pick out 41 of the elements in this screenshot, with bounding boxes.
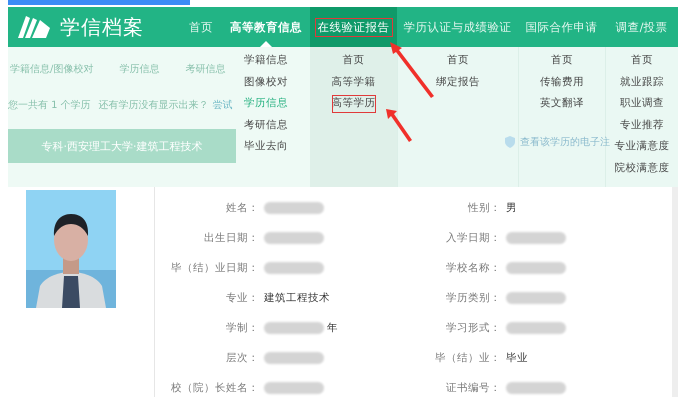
- menu-item[interactable]: 考研信息: [242, 114, 290, 136]
- menu-item[interactable]: 院校满意度: [612, 158, 672, 179]
- menu-item[interactable]: 英文翻译: [538, 93, 586, 114]
- field-label: 专业：: [225, 291, 259, 305]
- field-label: 入学日期：: [445, 231, 501, 245]
- field-label: 姓名：: [225, 201, 259, 215]
- field-label: 性别：: [466, 201, 501, 215]
- field-label: 校（院）长姓名：: [170, 381, 259, 395]
- menu-item[interactable]: 就业跟踪: [618, 72, 666, 93]
- menu-item[interactable]: 图像校对: [242, 72, 290, 93]
- menu-item[interactable]: 绑定报告: [434, 72, 482, 93]
- field-label: 毕（结）业日期：: [170, 261, 259, 275]
- field-label: 学习形式：: [445, 321, 501, 335]
- menu-item[interactable]: 职业调查: [618, 93, 666, 114]
- arrow-drawing: [384, 107, 414, 143]
- menu-item[interactable]: 首页: [629, 50, 655, 72]
- field-label: 层次：: [225, 351, 259, 365]
- menu-item[interactable]: 首页: [445, 50, 471, 72]
- menu-item[interactable]: 首页: [549, 50, 575, 72]
- menu-item[interactable]: 首页: [340, 50, 366, 72]
- field-label: 毕（结）业：: [434, 351, 501, 365]
- field-label: 学制：: [225, 321, 259, 335]
- field-label: 出生日期：: [203, 231, 259, 245]
- missing-text: 还有学历没有显示出来？: [98, 98, 209, 112]
- nav-tab[interactable]: 在线验证报告: [310, 7, 397, 47]
- field-label: 学历类别：: [445, 291, 501, 305]
- menu-item[interactable]: 专业满意度: [612, 136, 672, 158]
- menu-item[interactable]: 专业推荐: [618, 114, 666, 136]
- menu-item[interactable]: 毕业去向: [242, 136, 290, 158]
- menu-item[interactable]: 高等学籍: [330, 72, 378, 93]
- menu-item[interactable]: 学籍信息: [242, 50, 290, 72]
- book-logo-icon: [16, 14, 52, 40]
- field-value: 建筑工程技术: [264, 291, 330, 305]
- count-text: 您一共有 1 个学历: [8, 98, 91, 112]
- menu-item[interactable]: 传输费用: [538, 72, 586, 93]
- field-label: 证书编号：: [445, 381, 501, 395]
- field-value: 男: [506, 201, 517, 215]
- field-value: 年: [327, 321, 338, 335]
- shield-icon: [505, 136, 515, 148]
- field-value: 毕业: [506, 351, 528, 365]
- field-label: 学校名称：: [445, 261, 501, 275]
